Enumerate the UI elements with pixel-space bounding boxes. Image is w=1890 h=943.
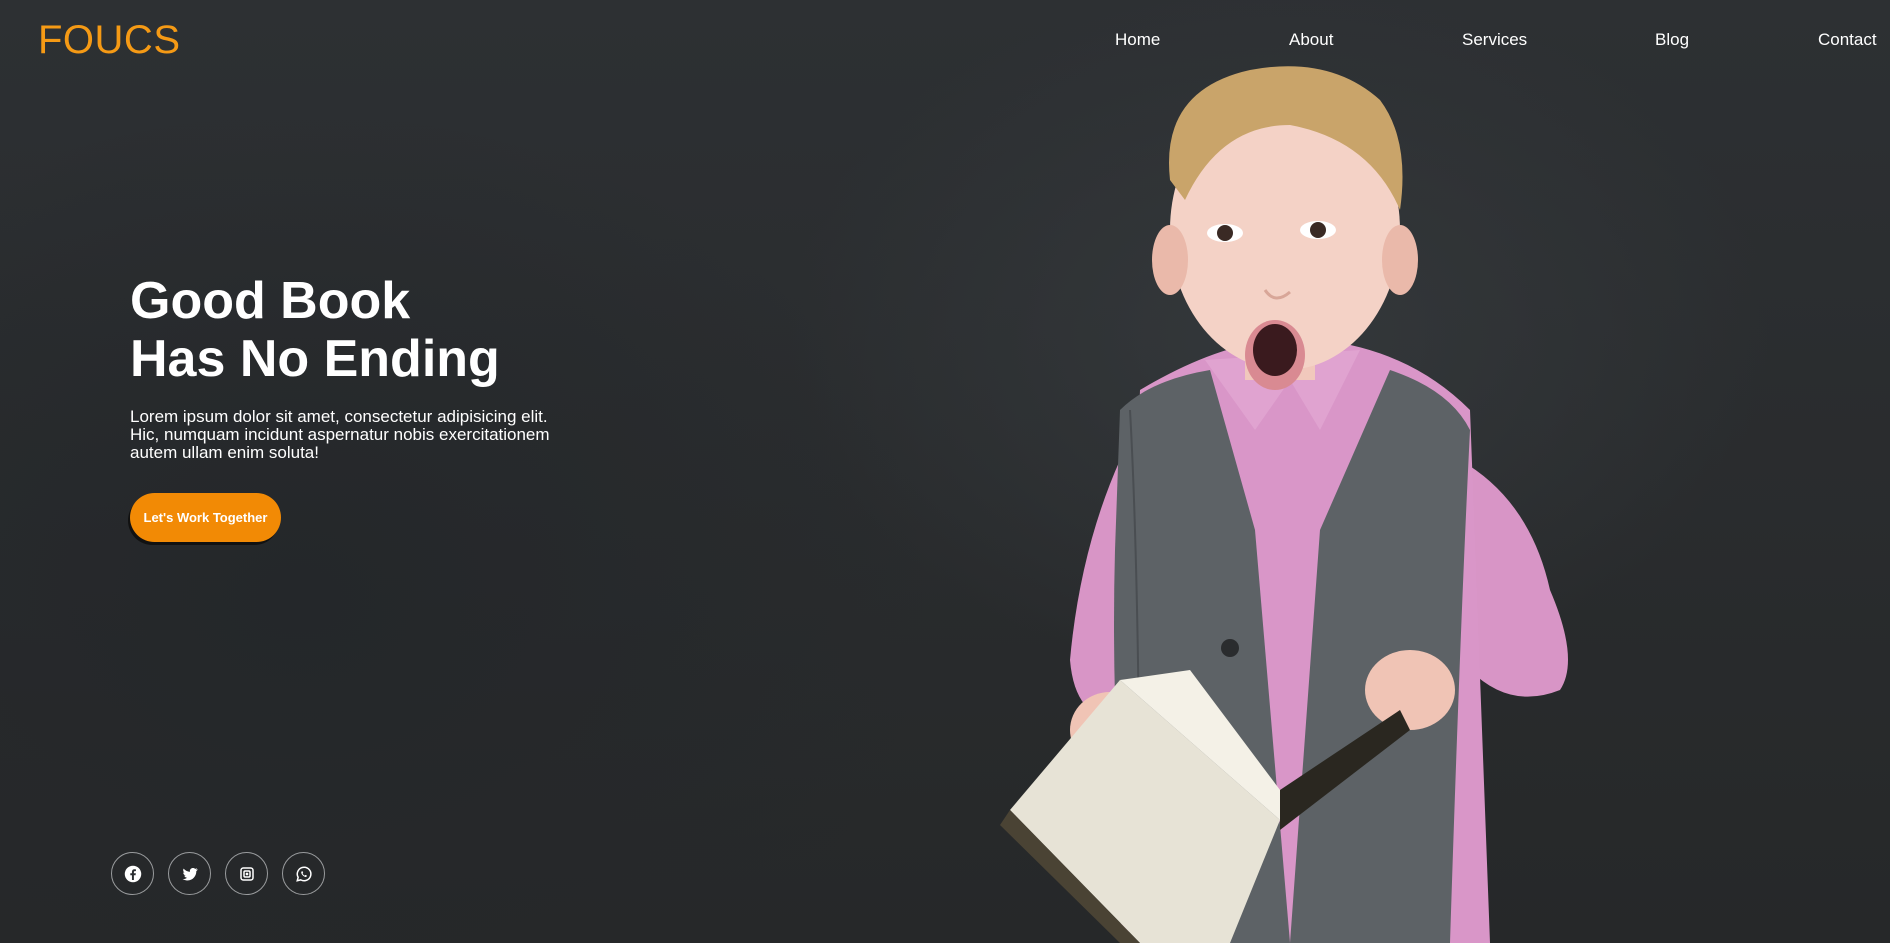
hero-title-line-1: Good Book (130, 272, 411, 330)
hero-image (1000, 66, 1568, 943)
main-nav: Home About Services Blog Contact (0, 30, 1890, 54)
social-links (111, 852, 325, 895)
work-together-button[interactable]: Let's Work Together (130, 493, 281, 542)
instagram-link[interactable] (225, 852, 268, 895)
nav-about[interactable]: About (1289, 30, 1333, 50)
facebook-icon (124, 865, 141, 882)
hero-title-line-2: Has No Ending (130, 330, 500, 388)
instagram-icon (239, 866, 254, 881)
whatsapp-icon (295, 865, 312, 882)
nav-contact[interactable]: Contact (1818, 30, 1877, 50)
twitter-icon (182, 867, 198, 880)
nav-blog[interactable]: Blog (1655, 30, 1689, 50)
facebook-link[interactable] (111, 852, 154, 895)
nav-services[interactable]: Services (1462, 30, 1527, 50)
twitter-link[interactable] (168, 852, 211, 895)
nav-home[interactable]: Home (1115, 30, 1160, 50)
hero-title: Good Book Has No Ending (130, 272, 610, 388)
hero-description: Lorem ipsum dolor sit amet, consectetur … (130, 407, 550, 462)
whatsapp-link[interactable] (282, 852, 325, 895)
